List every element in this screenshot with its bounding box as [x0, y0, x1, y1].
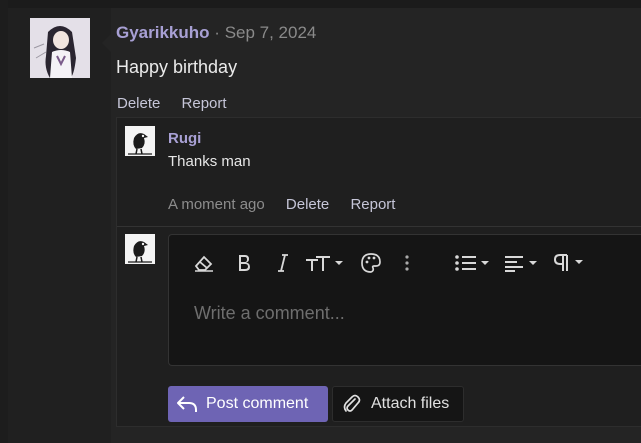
attach-files-button[interactable]: Attach files	[332, 386, 464, 422]
delete-link[interactable]: Delete	[117, 95, 160, 112]
reply-item: Rugi Thanks man A moment ago Delete Repo…	[117, 118, 641, 227]
post-body: Happy birthday	[116, 57, 238, 77]
paragraph-icon[interactable]	[553, 248, 589, 278]
paperclip-icon	[333, 393, 371, 415]
post-comment-button[interactable]: Post comment	[168, 386, 328, 422]
left-gutter	[0, 0, 8, 443]
header-separator: ·	[214, 23, 220, 42]
reply-avatar[interactable]	[125, 126, 155, 156]
post-username[interactable]: Gyarikkuho	[116, 23, 210, 42]
replies-panel: Rugi Thanks man A moment ago Delete Repo…	[116, 117, 641, 427]
bold-icon[interactable]	[233, 248, 255, 278]
editor-toolbar	[169, 235, 641, 295]
reply-username[interactable]: Rugi	[168, 130, 201, 147]
post-header: Gyarikkuho · Sep 7, 2024	[116, 23, 316, 43]
post-actions: Delete Report	[117, 95, 244, 112]
palette-icon[interactable]	[359, 248, 383, 278]
comment-input-placeholder[interactable]: Write a comment...	[194, 303, 345, 324]
reply-meta: A moment ago Delete Report	[168, 196, 395, 213]
post-date[interactable]: Sep 7, 2024	[225, 23, 317, 42]
report-link[interactable]: Report	[182, 95, 227, 112]
composer-avatar	[125, 234, 155, 264]
more-vertical-icon[interactable]	[401, 248, 413, 278]
post-comment-label: Post comment	[206, 395, 309, 412]
comment-editor[interactable]: Write a comment...	[168, 234, 641, 366]
text-size-icon[interactable]	[303, 248, 345, 278]
reply-arrow-icon	[168, 394, 206, 414]
reply-delete-link[interactable]: Delete	[286, 196, 329, 213]
reply-report-link[interactable]: Report	[350, 196, 395, 213]
avatar[interactable]	[30, 18, 90, 78]
post-avatar-column	[8, 8, 111, 443]
reply-text: Thanks man	[168, 153, 251, 170]
reply-timestamp: A moment ago	[168, 196, 265, 213]
list-icon[interactable]	[454, 248, 492, 278]
attach-files-label: Attach files	[371, 395, 450, 412]
align-icon[interactable]	[503, 248, 541, 278]
eraser-icon[interactable]	[191, 248, 217, 278]
avatar-pointer	[102, 34, 111, 52]
italic-icon[interactable]	[273, 248, 293, 278]
